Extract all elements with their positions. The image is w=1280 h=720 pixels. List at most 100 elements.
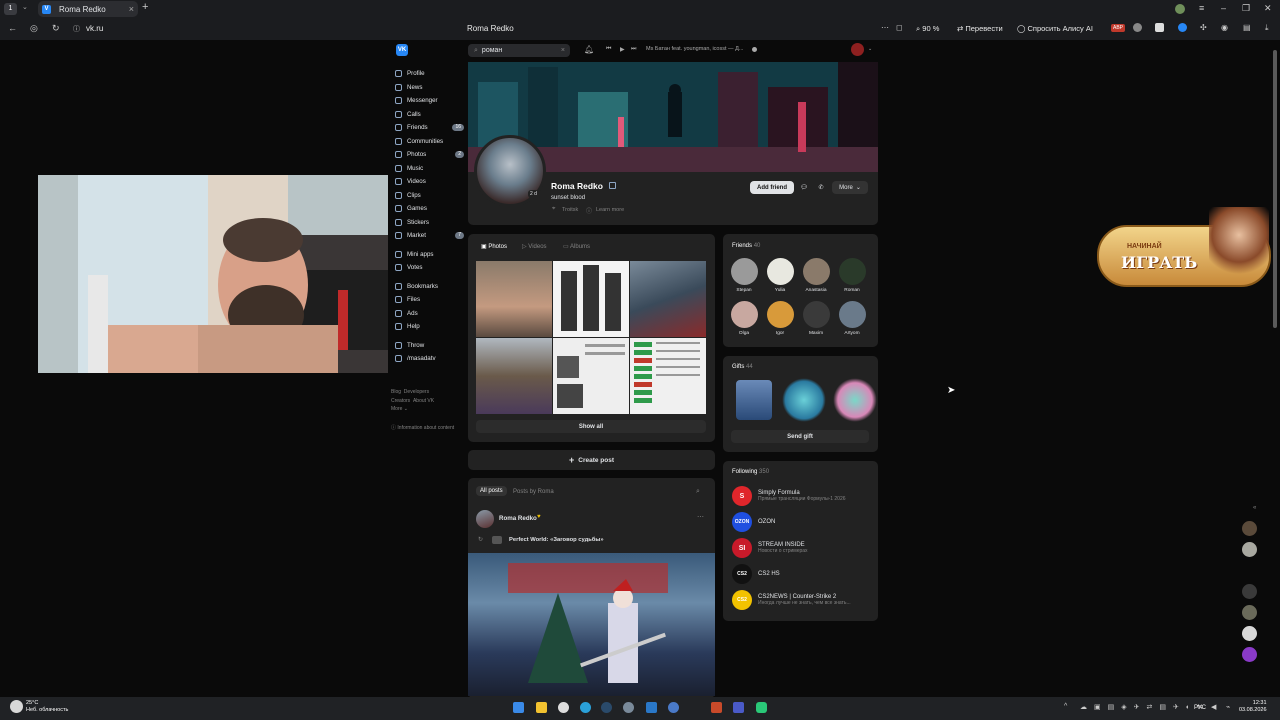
downloads-icon[interactable]: ⤓ [1265,23,1269,33]
chat-avatar-4[interactable] [1241,584,1257,599]
chat-avatar-1[interactable] [1241,521,1257,536]
close-window-icon[interactable]: ✕ [1264,3,1272,14]
user-avatar[interactable] [851,43,864,56]
extension-eye-icon[interactable]: ◉ [1221,23,1228,32]
site-info-icon[interactable]: ⓘ [73,24,80,34]
following-item[interactable]: SI STREAM INSIDE Новости о стримерах [732,538,808,558]
user-menu-chevron-icon[interactable]: ⌄ [868,46,872,52]
chat-avatar-3[interactable] [1242,563,1257,578]
file-explorer-icon[interactable] [536,702,547,713]
following-header[interactable]: Following 350 [732,469,769,475]
sidebar-item-calls[interactable]: Calls [392,108,464,122]
photo-6[interactable] [630,338,706,414]
tab-posts-by-roma[interactable]: Posts by Roma [513,489,554,495]
minimize-icon[interactable]: – [1221,3,1226,13]
sidebar-item-market[interactable]: Market 7 [392,229,464,243]
sidebar-item-videos[interactable]: Videos [392,175,464,189]
call-button[interactable]: ✆ [814,181,828,194]
friend-maxim[interactable]: Maxim [801,301,831,336]
sidebar-item-mini-apps[interactable]: Mini apps [392,248,464,262]
app-red-icon[interactable] [711,702,722,713]
photo-3[interactable] [630,261,706,337]
adblock-icon[interactable]: ABP [1111,24,1126,32]
weather-icon[interactable] [10,700,23,713]
bookmark-icon[interactable]: ◻ [896,23,903,32]
yandex-browser-icon[interactable] [558,702,569,713]
footer-creators[interactable]: Creators [391,398,410,404]
telegram-icon[interactable] [580,702,591,713]
notifications-bell-icon[interactable]: 🔔︎ [584,45,594,54]
gifts-header[interactable]: Gifts 44 [732,364,753,370]
wall-search-icon[interactable]: ⌕ [696,488,700,496]
tab-photos[interactable]: ▣ Photos [481,243,507,250]
extension-blue-icon[interactable] [1178,23,1187,32]
extensions-puzzle-icon[interactable]: ✣ [1200,23,1207,32]
footer-developers[interactable]: Developers [404,389,429,395]
chat-avatar-7[interactable] [1241,647,1257,662]
chat-avatar-6[interactable] [1241,626,1257,641]
sidebar-item-friends[interactable]: Friends 16 [392,121,464,135]
friend-anastasia[interactable]: Anastasia [801,258,831,293]
sidebar-item-ads[interactable]: Ads [392,307,464,321]
repost-source-avatar[interactable] [492,536,502,544]
chat-avatar-2[interactable] [1241,542,1257,557]
following-item[interactable]: S Simply Formula Прямые трансляции Формулы… [732,486,846,506]
page-scrollbar[interactable] [1272,44,1278,694]
sidebar-item-clips[interactable]: Clips [392,189,464,203]
play-icon[interactable]: ▶︎ [620,46,625,53]
show-all-photos-button[interactable]: Show all [476,420,706,433]
sidebar-item-music[interactable]: Music [392,162,464,176]
photo-5[interactable] [553,338,629,414]
extension-b-icon[interactable] [1155,23,1164,32]
footer-about[interactable]: About VK [413,398,434,404]
next-track-icon[interactable]: ⏭︎ [631,46,636,53]
friend-igor[interactable]: Igor [765,301,795,336]
scrollbar-thumb[interactable] [1273,50,1277,328]
friend-roman[interactable]: Roman [837,258,867,293]
more-button[interactable]: More ⌄ [832,181,868,194]
app-blue-icon[interactable] [646,702,657,713]
sidebar-item-files[interactable]: Files [392,293,464,307]
tab-roma-redko[interactable]: V Roma Redko × [38,1,138,17]
player-track-title[interactable]: Ms Батан feat. youngman, icosst — Д... [646,46,743,52]
footer-more[interactable]: More ⌄ [391,406,408,412]
more-options-icon[interactable]: ⋯ [881,23,889,32]
language-indicator[interactable]: РУС [1194,705,1206,711]
collections-icon[interactable]: ▤ [1243,23,1251,32]
clock[interactable]: 12:31 03.08.2026 [1239,700,1267,714]
restore-icon[interactable]: ❐ [1242,3,1250,14]
following-item[interactable]: CS2 CS2NEWS | Counter-Strike 2 Иногда лучш… [732,590,851,610]
footer-info[interactable]: Information about content [397,425,454,431]
chat-avatar-5[interactable] [1241,605,1257,620]
translate-button[interactable]: ⇄ Перевести [957,24,1003,33]
sidebar-item-games[interactable]: Games [392,202,464,216]
post-options-icon[interactable]: ⋯ [697,513,704,521]
post-image[interactable] [468,553,715,696]
new-tab-icon[interactable]: + [142,1,148,13]
app-green-icon[interactable] [756,702,767,713]
message-button[interactable]: 💬︎ [797,181,811,194]
repost-title[interactable]: Perfect World: «Заговор судьбы» [509,537,604,543]
sidebar-item-help[interactable]: Help [392,320,464,334]
friends-header[interactable]: Friends 40 [732,243,760,249]
gift-character-image[interactable] [782,378,826,422]
search-input[interactable] [481,47,552,54]
profile-icon[interactable] [1175,4,1185,14]
gift-box-image[interactable] [736,380,772,420]
url-field[interactable]: vk.ru [86,24,103,33]
search-box[interactable]: ⌕ × [468,44,570,57]
friend-artyom[interactable]: Artyom [837,301,867,336]
friend-stepan[interactable]: Stepan [729,258,759,293]
play-ad-banner[interactable]: НАЧИНАЙ ИГРАТЬ [1097,207,1271,287]
tabs-dropdown-icon[interactable]: ⌄ [22,3,28,11]
app-chart-icon[interactable] [733,702,744,713]
photo-4[interactable] [476,338,552,414]
post-author-avatar[interactable] [476,510,494,528]
tab-albums[interactable]: ▭ Albums [563,243,590,250]
send-gift-button[interactable]: Send gift [731,430,869,443]
vk-logo-icon[interactable]: VK [396,44,408,56]
browser-menu-hamburger-icon[interactable]: ≡ [1199,3,1204,13]
sidebar-item-news[interactable]: News [392,81,464,95]
friend-olga[interactable]: Olga [729,301,759,336]
add-friend-button[interactable]: Add friend [750,181,794,194]
